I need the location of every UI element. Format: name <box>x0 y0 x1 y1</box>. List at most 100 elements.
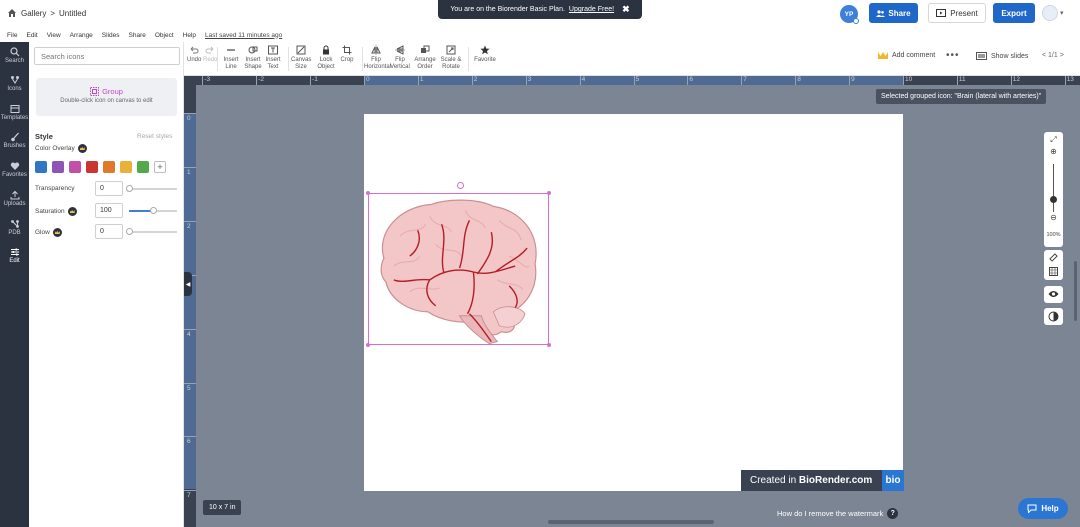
share-label: Share <box>888 8 911 18</box>
toolbar: Undo Redo Insert Line Insert Shape Inser… <box>184 42 1080 76</box>
menu-arrange[interactable]: Arrange <box>70 32 93 39</box>
resize-handle-tr[interactable] <box>547 191 551 195</box>
crop-button[interactable]: Crop <box>339 45 355 64</box>
redo-label: Redo <box>203 57 218 63</box>
flip-vertical-label: Flip Vertical <box>390 57 410 70</box>
swatch-blue[interactable] <box>35 161 47 173</box>
favorite-button[interactable]: Favorite <box>472 45 498 64</box>
ruler-top-tick <box>417 76 419 85</box>
ruler-left-tick <box>184 328 196 330</box>
grid-icon[interactable] <box>1049 267 1058 276</box>
chevron-down-icon: ▾ <box>1060 10 1064 17</box>
flip-horizontal-icon <box>371 45 381 55</box>
upgrade-link[interactable]: Upgrade Free! <box>569 6 614 13</box>
resize-handle-tl[interactable] <box>366 191 370 195</box>
ruler-icon[interactable] <box>1049 253 1058 262</box>
horizontal-scrollbar[interactable] <box>548 520 714 524</box>
flip-vertical-button[interactable]: Flip Vertical <box>389 45 411 70</box>
home-icon[interactable] <box>7 8 17 18</box>
brain-illustration[interactable] <box>370 196 549 344</box>
share-button[interactable]: Share <box>869 3 918 23</box>
swatch-yellow[interactable] <box>120 161 132 173</box>
present-button[interactable]: Present <box>928 3 986 23</box>
rail-item-edit[interactable]: Edit <box>0 247 29 264</box>
rail-item-icons[interactable]: Icons <box>0 75 29 92</box>
document-title[interactable]: Untitled <box>59 9 86 18</box>
glow-input[interactable]: 0 <box>95 224 123 239</box>
help-button[interactable]: Help <box>1018 498 1068 519</box>
rail-item-search[interactable]: Search <box>0 47 29 64</box>
saturation-input[interactable]: 100 <box>95 203 123 218</box>
more-options-icon[interactable]: ••• <box>946 50 960 61</box>
remove-watermark-link[interactable]: How do I remove the watermark ? <box>777 508 899 519</box>
fit-screen-icon[interactable]: ⤢ <box>1044 135 1063 145</box>
lock-icon <box>323 45 329 55</box>
menu-edit[interactable]: Edit <box>26 32 37 39</box>
menu-object[interactable]: Object <box>155 32 174 39</box>
swatch-orange[interactable] <box>103 161 115 173</box>
rail-item-brushes[interactable]: Brushes <box>0 132 29 149</box>
zoom-out-icon[interactable]: ⊖ <box>1044 213 1063 222</box>
zoom-knob[interactable] <box>1050 196 1057 203</box>
arrange-order-button[interactable]: Arrange Order <box>413 45 437 70</box>
color-overlay-label: Color Overlay <box>35 144 87 153</box>
swatch-red[interactable] <box>86 161 98 173</box>
line-icon <box>227 49 235 51</box>
lock-object-button[interactable]: Lock Object <box>316 45 336 70</box>
redo-button[interactable]: Redo <box>203 45 217 64</box>
banner-text: You are on the Biorender Basic Plan. <box>450 6 565 13</box>
add-comment-button[interactable]: Add comment <box>878 52 935 59</box>
rail-item-favorites[interactable]: Favorites <box>0 161 29 178</box>
user-avatar[interactable]: YP <box>840 5 859 24</box>
menu-help[interactable]: Help <box>183 32 196 39</box>
rotate-handle[interactable] <box>457 182 464 189</box>
menu-share[interactable]: Share <box>129 32 146 39</box>
swatch-purple[interactable] <box>52 161 64 173</box>
selection-box[interactable] <box>366 182 551 347</box>
rail-item-pdb[interactable]: PDB <box>0 219 29 236</box>
saturation-slider[interactable] <box>129 207 177 214</box>
swatch-magenta[interactable] <box>69 161 81 173</box>
flip-horizontal-button[interactable]: Flip Horizontal <box>364 45 392 70</box>
insert-line-button[interactable]: Insert Line <box>222 45 240 70</box>
rail-item-uploads[interactable]: Uploads <box>0 190 29 207</box>
ruler-top-tick <box>903 76 904 85</box>
reset-styles-link[interactable]: Reset styles <box>137 133 172 140</box>
add-color-button[interactable]: + <box>154 161 166 173</box>
show-slides-button[interactable]: Show slides <box>976 52 1028 60</box>
insert-shape-button[interactable]: Insert Shape <box>243 45 263 70</box>
zoom-track[interactable] <box>1053 164 1054 212</box>
collapse-panel-icon[interactable]: ◀ <box>184 272 192 296</box>
swatch-green[interactable] <box>137 161 149 173</box>
last-saved[interactable]: Last saved 11 minutes ago <box>205 32 282 39</box>
transparency-input[interactable]: 0 <box>95 181 123 196</box>
group-icon <box>90 87 100 96</box>
menu-view[interactable]: View <box>47 32 61 39</box>
close-icon[interactable]: ✖ <box>622 4 630 15</box>
glow-slider[interactable] <box>126 228 177 235</box>
menu-file[interactable]: File <box>7 32 17 39</box>
contrast-button[interactable] <box>1044 308 1063 325</box>
scale-rotate-icon <box>446 45 456 55</box>
visibility-button[interactable] <box>1044 286 1063 303</box>
ruler-left-label: 7 <box>187 492 191 500</box>
zoom-in-icon[interactable]: ⊕ <box>1044 147 1063 156</box>
slide-pager[interactable]: < 1/1 > <box>1042 52 1064 59</box>
ruler-top-label: -1 <box>312 76 318 83</box>
breadcrumb-gallery[interactable]: Gallery <box>21 9 46 18</box>
search-icons-input[interactable] <box>34 47 180 65</box>
insert-text-button[interactable]: Insert Text <box>264 45 282 70</box>
style-heading: Style <box>35 132 53 141</box>
profile-menu[interactable]: ▾ <box>1042 4 1070 22</box>
rail-item-templates[interactable]: Templates <box>0 104 29 121</box>
undo-button[interactable]: Undo <box>187 45 201 64</box>
vertical-scrollbar[interactable] <box>1074 261 1077 321</box>
canvas-workspace[interactable]: -3-2-1012345678910111213 01234567 ◀ Sele… <box>184 76 1080 527</box>
canvas-size-button[interactable]: Canvas Size <box>291 45 311 70</box>
scale-rotate-button[interactable]: Scale & Rotate <box>440 45 462 70</box>
menu-slides[interactable]: Slides <box>102 32 120 39</box>
transparency-slider[interactable] <box>126 185 177 192</box>
export-button[interactable]: Export <box>993 3 1035 23</box>
flip-horizontal-label: Flip Horizontal <box>364 57 392 70</box>
ruler-left-tick <box>184 490 196 492</box>
